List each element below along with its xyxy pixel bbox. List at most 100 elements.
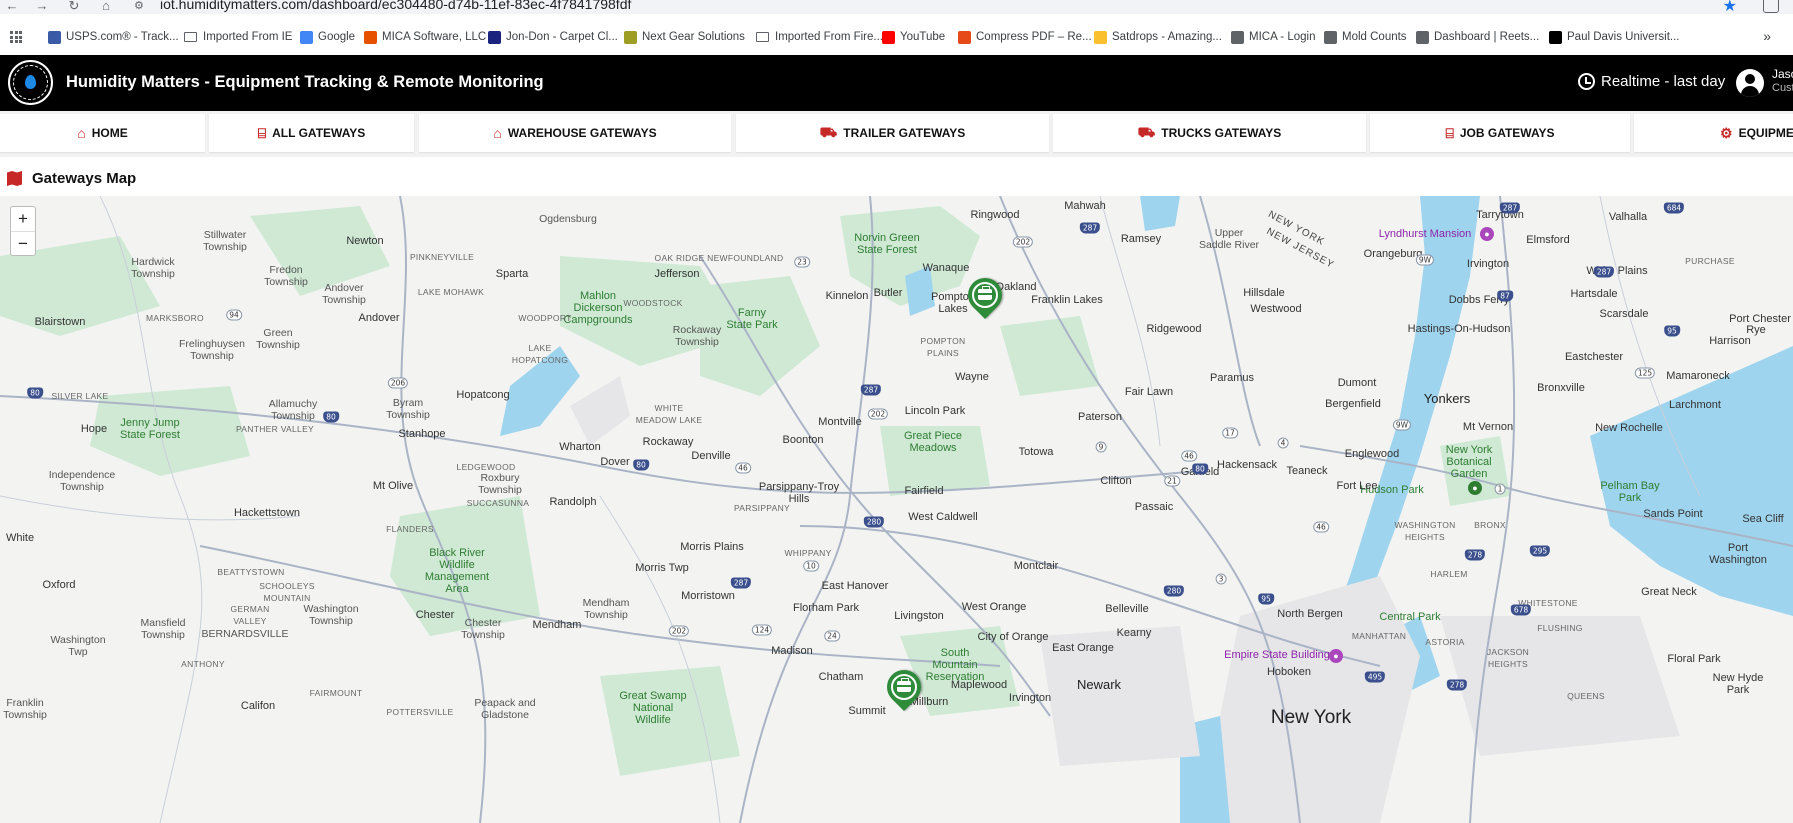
home-browser-icon[interactable]: ⌂ — [98, 0, 114, 14]
tab-equipment[interactable]: ⚙ EQUIPMEN — [1634, 114, 1793, 152]
bookmark-item[interactable]: MICA Software, LLC — [364, 29, 486, 45]
map-place-label: Empire State Building — [1224, 649, 1330, 661]
bookmark-item[interactable]: YouTube — [882, 29, 945, 45]
bookmark-item[interactable]: Imported From IE — [184, 29, 292, 45]
map-place-label: GERMAN VALLEY — [230, 604, 270, 626]
botanical-garden-poi-icon[interactable]: ● — [1468, 481, 1482, 495]
gear-icon: ⚙ — [1720, 124, 1733, 141]
route-shield: 206 — [387, 377, 409, 389]
map-place-label: Ringwood — [970, 209, 1020, 221]
map-place-label: Hope — [80, 423, 108, 435]
bookmark-item[interactable]: Next Gear Solutions — [624, 29, 745, 45]
bookmark-item[interactable]: Compress PDF – Re... — [958, 29, 1092, 45]
time-range-selector[interactable]: Realtime - last day — [1578, 73, 1725, 90]
map-place-label: Eastchester — [1564, 351, 1624, 363]
bookmark-label: MICA Software, LLC — [382, 31, 487, 43]
lyndhurst-mansion-poi-icon[interactable]: ● — [1480, 227, 1494, 241]
bookmark-item[interactable]: Satdrops - Amazing... — [1094, 29, 1222, 45]
map-place-label: Fairfield — [904, 485, 944, 497]
map-place-label: Wanaque — [922, 262, 970, 274]
route-shield: 287 — [730, 577, 752, 589]
router-icon: ⌸ — [257, 124, 267, 141]
route-shield: 9W — [1392, 419, 1412, 431]
tab-trucks-gateways[interactable]: ⛟ TRUCKS GATEWAYS — [1053, 114, 1366, 152]
bookmark-item[interactable]: MICA - Login — [1231, 29, 1315, 45]
bookmarks-overflow-icon[interactable]: » — [1763, 28, 1771, 44]
tab-label: ALL GATEWAYS — [272, 126, 366, 140]
map-place-label: Independence Township — [48, 469, 116, 493]
tab-job-gateways[interactable]: ⌸ JOB GATEWAYS — [1370, 114, 1630, 152]
pdf-icon — [958, 30, 971, 44]
route-shield: 80 — [323, 411, 339, 423]
time-range-label: Realtime - last day — [1601, 73, 1726, 90]
apps-grid-icon[interactable] — [10, 31, 22, 43]
map-place-label: Mt Olive — [372, 480, 414, 492]
map-place-label: Norvin Green State Forest — [854, 232, 920, 256]
route-shield: 24 — [824, 630, 840, 642]
map-place-label: PURCHASE — [1685, 256, 1735, 266]
map-place-label: Rockaway Township — [672, 324, 722, 348]
bookmark-label: Dashboard | Reets... — [1434, 31, 1540, 43]
address-bar[interactable]: iot.humiditymatters.com/dashboard/ec3044… — [160, 0, 631, 12]
map-place-label: SILVER LAKE — [51, 391, 109, 401]
site-info-icon[interactable]: ⚙ — [134, 0, 148, 13]
map-place-label: Mendham Township — [582, 597, 630, 621]
park-area-wayne — [1000, 316, 1100, 396]
tab-label: TRAILER GATEWAYS — [843, 126, 966, 140]
tab-home[interactable]: ⌂ HOME — [0, 114, 205, 152]
gateway-pin-millburn[interactable] — [879, 662, 929, 712]
account-icon[interactable] — [1736, 69, 1764, 97]
route-shield: 87 — [1497, 290, 1513, 302]
bookmark-label: USPS.com® - Track... — [66, 31, 179, 43]
map-place-label: Clifton — [1100, 475, 1132, 487]
bookmark-item[interactable]: Paul Davis Universit... — [1549, 29, 1679, 45]
pauldavis-icon — [1549, 30, 1562, 44]
jondon-icon — [488, 30, 501, 44]
gateways-map[interactable]: + − Ogdensburg Stillwater Township Newton Ha… — [0, 196, 1793, 823]
map-place-label: Black River Wildlife Management Area — [424, 547, 490, 595]
water-drop-icon — [25, 75, 36, 89]
map-place-label: Harrison — [1709, 335, 1751, 347]
tab-warehouse-gateways[interactable]: ⌂ WAREHOUSE GATEWAYS — [419, 114, 731, 152]
route-shield: 46 — [1313, 521, 1329, 533]
map-place-label: Newton — [346, 235, 384, 247]
gateway-pin-pompton-lakes[interactable] — [960, 270, 1010, 320]
reload-icon[interactable]: ↻ — [66, 0, 82, 14]
map-place-label: Montville — [818, 416, 862, 428]
map-place-label: Florham Park — [792, 602, 860, 614]
bookmark-item[interactable]: Dashboard | Reets... — [1416, 29, 1539, 45]
tab-trailer-gateways[interactable]: ⛟ TRAILER GATEWAYS — [736, 114, 1049, 152]
bookmark-label: Imported From IE — [203, 31, 293, 43]
bookmark-star-icon[interactable]: ★ — [1723, 0, 1737, 14]
route-shield: 202 — [867, 408, 889, 420]
zoom-in-button[interactable]: + — [11, 207, 35, 231]
bookmark-item[interactable]: Mold Counts — [1324, 29, 1407, 45]
bookmark-item[interactable]: Google — [300, 29, 355, 45]
map-place-label: Valhalla — [1608, 211, 1648, 223]
map-place-label: WOODPORT — [518, 313, 572, 323]
route-shield: 287 — [1499, 202, 1521, 214]
empire-state-poi-icon[interactable]: ● — [1329, 649, 1343, 663]
map-place-label: Passaic — [1134, 501, 1174, 513]
map-place-label: Jenny Jump State Forest — [120, 417, 180, 441]
map-place-label: Orangeburg — [1363, 248, 1423, 260]
map-place-label: Andover Township — [322, 282, 366, 306]
app-title: Humidity Matters - Equipment Tracking & … — [66, 73, 544, 91]
bookmark-item[interactable]: USPS.com® - Track... — [48, 29, 179, 45]
map-place-label: LAKE MOHAWK — [417, 287, 485, 297]
map-place-label: Hastings-On-Hudson — [1407, 323, 1511, 335]
map-place-label: PANTHER VALLEY — [235, 424, 315, 434]
bookmark-item[interactable]: Jon-Don - Carpet Cl... — [488, 29, 618, 45]
tab-search-icon[interactable] — [1763, 0, 1779, 13]
humidity-matters-logo[interactable] — [8, 60, 53, 105]
back-icon[interactable]: ← — [4, 0, 20, 14]
tab-all-gateways[interactable]: ⌸ ALL GATEWAYS — [209, 114, 414, 152]
bookmark-item[interactable]: Imported From Fire... — [756, 29, 883, 45]
map-place-label: West Caldwell — [908, 511, 978, 523]
zoom-out-button[interactable]: − — [11, 231, 35, 255]
user-role: Cust — [1772, 82, 1793, 94]
user-name[interactable]: Jaso — [1772, 66, 1793, 82]
route-shield: 495 — [1364, 671, 1386, 683]
forward-icon[interactable]: → — [34, 0, 50, 14]
map-place-label: West Orange — [961, 601, 1027, 613]
